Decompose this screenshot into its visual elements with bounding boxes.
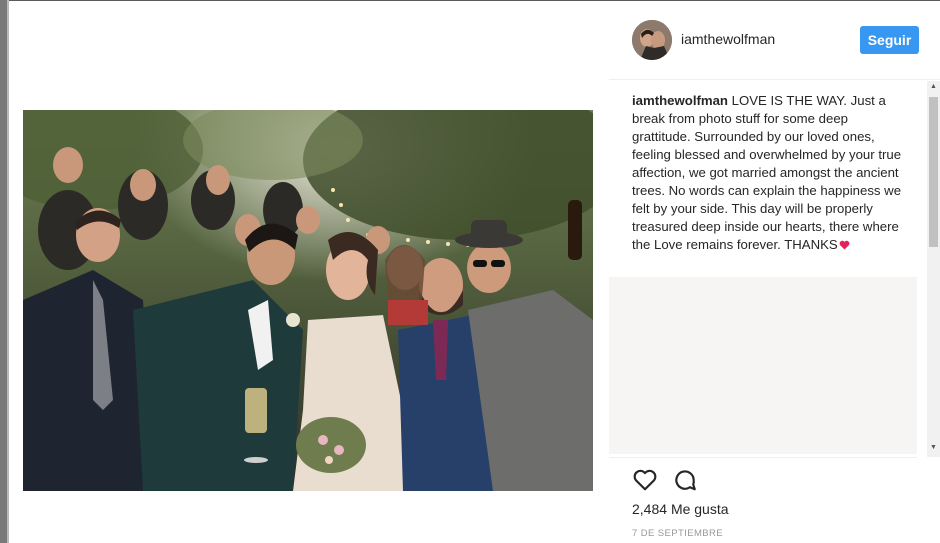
- caption-text: LOVE IS THE WAY. Just a break from photo…: [632, 93, 902, 252]
- post-photo-image: [23, 110, 593, 491]
- likes-number: 2,484: [632, 501, 668, 517]
- post-photo[interactable]: [23, 110, 593, 491]
- post-sidebar: iamthewolfman Seguir iamthewolfman LOVE …: [609, 1, 940, 543]
- comment-icon[interactable]: [672, 467, 698, 493]
- comments-area: [609, 277, 917, 454]
- likes-count[interactable]: 2,484 Me gusta: [632, 501, 729, 517]
- scrollbar-thumb[interactable]: [929, 97, 938, 247]
- scroll-up-arrow-icon[interactable]: ▲: [929, 82, 938, 92]
- post-header: iamthewolfman Seguir: [609, 1, 940, 80]
- caption-username[interactable]: iamthewolfman: [632, 93, 728, 108]
- avatar[interactable]: [632, 20, 672, 60]
- post-date[interactable]: 7 DE SEPTIEMBRE: [632, 528, 723, 539]
- heart-icon[interactable]: [632, 467, 658, 493]
- likes-label: Me gusta: [670, 501, 729, 517]
- scroll-down-arrow-icon[interactable]: ▼: [929, 443, 938, 453]
- window-left-edge-highlight: [7, 0, 9, 543]
- caption: iamthewolfman LOVE IS THE WAY. Just a br…: [632, 92, 910, 254]
- actions-divider: [609, 457, 917, 458]
- heart-emoji-icon: [838, 237, 850, 252]
- avatar-image: [632, 20, 672, 60]
- username[interactable]: iamthewolfman: [681, 31, 775, 47]
- follow-button[interactable]: Seguir: [860, 26, 919, 54]
